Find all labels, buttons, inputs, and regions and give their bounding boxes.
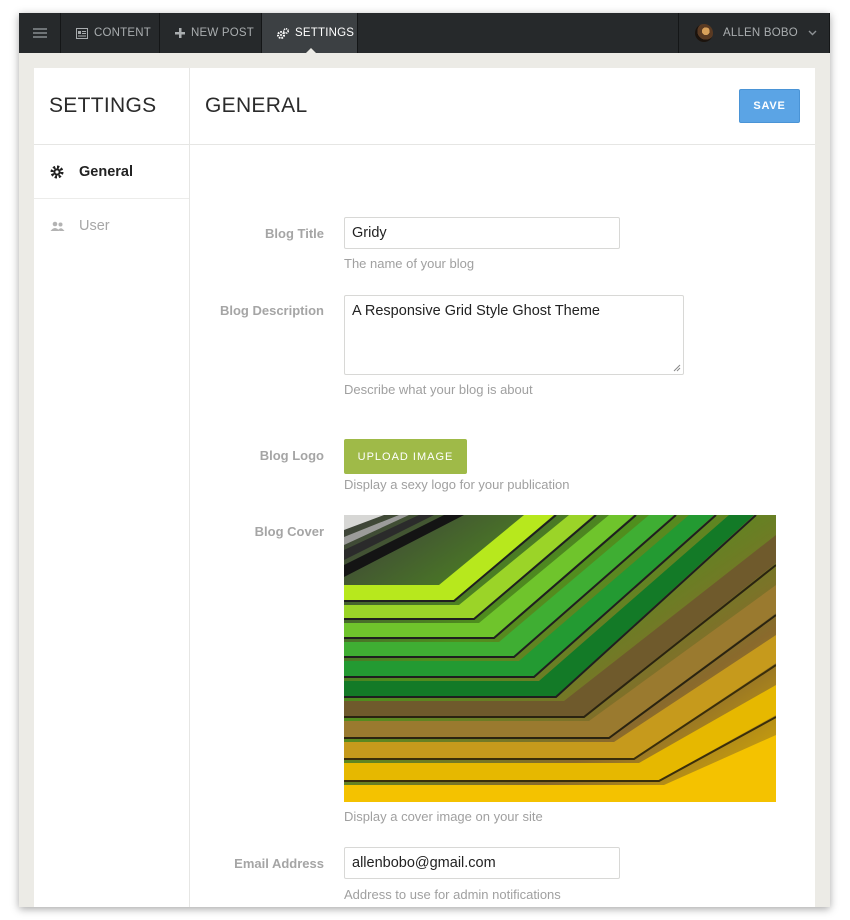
blog-description-label: Blog Description [219,303,324,318]
email-label: Email Address [234,856,324,871]
blog-title-help: The name of your blog [344,256,475,271]
blog-description-help: Describe what your blog is about [344,382,533,397]
nav-content-label: CONTENT [94,27,151,39]
user-name: ALLEN BOBO [723,27,798,39]
blog-logo-label: Blog Logo [259,448,324,463]
main-header: GENERAL SAVE [190,68,815,145]
menu-icon [32,28,47,38]
sidebar-title: SETTINGS [34,68,189,145]
chevron-down-icon [808,30,817,36]
general-settings: GENERAL SAVE Blog Title Gridy The name o… [190,68,815,907]
sidebar-item-general[interactable]: General [34,145,189,199]
sidebar-item-label: General [79,163,133,180]
resize-handle-icon[interactable] [673,364,681,372]
users-icon [49,221,65,231]
save-button[interactable]: SAVE [739,89,800,123]
settings-sidebar: SETTINGS General User [34,68,190,907]
blog-cover-help: Display a cover image on your site [344,809,543,824]
avatar [695,24,713,42]
blog-cover-image[interactable] [344,515,776,802]
active-indicator [306,48,316,53]
nav-content-link[interactable]: CONTENT [61,13,160,53]
nav-settings-label: SETTINGS [295,27,355,39]
top-navigation: CONTENT NEW POST SETTINGS ALLEN BOBO [19,13,830,53]
email-input[interactable]: allenbobo@gmail.com [344,847,620,879]
blog-logo-help: Display a sexy logo for your publication [344,477,570,492]
blog-description-textarea[interactable]: A Responsive Grid Style Ghost Theme [344,295,684,375]
blog-cover-label: Blog Cover [254,524,324,539]
page-title: GENERAL [205,94,308,117]
blog-title-value: Gridy [352,225,387,241]
app-window: CONTENT NEW POST SETTINGS ALLEN BOBO SET… [19,13,830,907]
upload-image-button[interactable]: UPLOAD IMAGE [344,439,467,474]
settings-panel: SETTINGS General User GENERAL SAVE Blog … [34,68,815,907]
user-menu[interactable]: ALLEN BOBO [678,13,830,53]
sidebar-item-user[interactable]: User [34,199,189,253]
nav-new-post-link[interactable]: NEW POST [160,13,262,53]
plus-icon [175,28,185,38]
content-icon [76,27,88,39]
sidebar-item-label: User [79,218,110,234]
blog-title-label: Blog Title [265,226,324,241]
blog-title-input[interactable]: Gridy [344,217,620,249]
nav-settings-link[interactable]: SETTINGS [262,13,358,53]
blog-description-value: A Responsive Grid Style Ghost Theme [352,303,600,319]
email-help: Address to use for admin notifications [344,887,561,902]
email-value: allenbobo@gmail.com [352,855,496,871]
gears-icon [277,27,289,39]
nav-new-post-label: NEW POST [191,27,254,39]
menu-toggle-button[interactable] [19,13,61,53]
cover-image-graphic [344,515,776,802]
gear-icon [49,165,65,179]
